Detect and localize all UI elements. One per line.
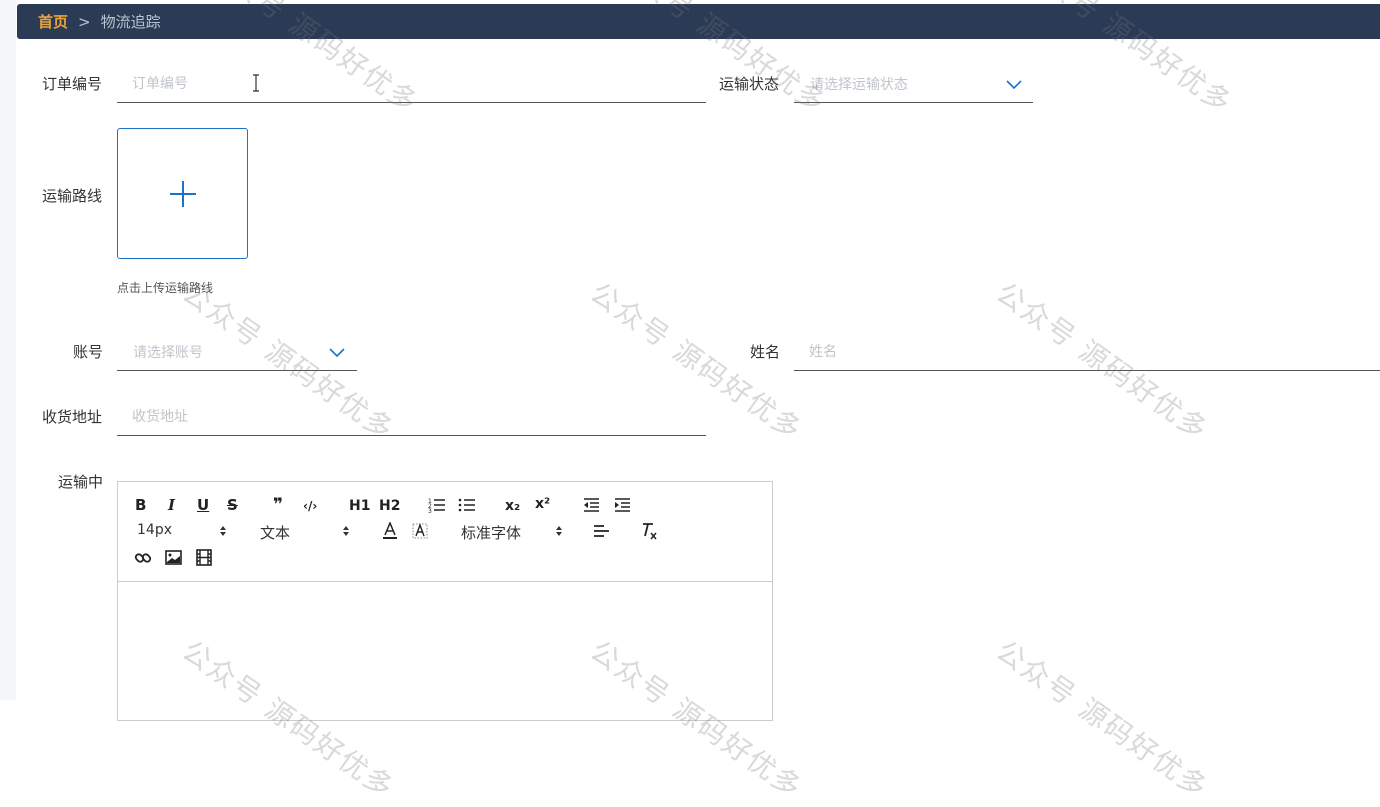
address-input[interactable] [132, 407, 692, 427]
image-icon[interactable] [165, 550, 182, 565]
name-field[interactable] [794, 333, 1380, 371]
breadcrumb-home-link[interactable]: 首页 [38, 11, 68, 32]
underline-button[interactable]: U [197, 496, 209, 514]
account-placeholder: 请选择账号 [133, 345, 203, 361]
select-arrows-icon [220, 526, 226, 536]
breadcrumb-current: 物流追踪 [100, 13, 161, 31]
align-icon[interactable] [593, 524, 610, 538]
address-label: 收货地址 [42, 408, 103, 426]
subscript-button[interactable]: x₂ [505, 497, 520, 515]
account-select[interactable]: 请选择账号 [117, 333, 357, 371]
italic-button[interactable]: I [168, 496, 175, 514]
editor-content-area[interactable] [118, 582, 772, 722]
breadcrumb-separator: > [78, 12, 91, 31]
in-transit-label: 运输中 [58, 473, 104, 491]
heading-1-button[interactable]: H1 [349, 497, 370, 515]
background-color-icon[interactable] [412, 522, 428, 540]
blockquote-button[interactable]: ❞ [273, 496, 283, 514]
header-select[interactable]: 文本 [260, 522, 290, 543]
font-family-select[interactable]: 标准字体 [461, 522, 521, 543]
plus-icon [170, 181, 196, 207]
video-icon[interactable] [196, 549, 212, 566]
outdent-icon[interactable] [583, 497, 600, 513]
name-label: 姓名 [750, 343, 781, 361]
font-color-icon[interactable] [382, 522, 398, 540]
svg-text:3: 3 [428, 508, 432, 513]
name-input[interactable] [809, 342, 1369, 362]
watermark: 公众号 源码好优多 [990, 634, 1215, 806]
bullet-list-icon[interactable] [458, 497, 476, 513]
transport-status-label: 运输状态 [719, 75, 780, 93]
heading-2-button[interactable]: H2 [379, 497, 400, 515]
select-arrows-icon [343, 526, 349, 536]
clear-format-icon[interactable] [640, 522, 658, 540]
order-number-field[interactable] [117, 65, 706, 103]
account-label: 账号 [73, 343, 104, 361]
route-label: 运输路线 [42, 187, 103, 205]
route-upload-button[interactable] [117, 128, 248, 259]
strikethrough-button[interactable]: S [227, 496, 238, 514]
order-number-label: 订单编号 [42, 75, 103, 93]
address-field[interactable] [117, 398, 706, 436]
transport-status-select[interactable]: 请选择运输状态 [794, 65, 1033, 103]
rich-text-editor: B I U S ❞ ‹/› H1 H2 1 2 3 x₂ x² 14px 文本 … [117, 481, 773, 721]
order-number-input[interactable] [132, 74, 692, 94]
bold-button[interactable]: B [135, 496, 146, 514]
text-cursor-icon [253, 74, 259, 92]
transport-status-placeholder: 请选择运输状态 [810, 77, 908, 93]
superscript-button[interactable]: x² [535, 495, 550, 513]
code-block-button[interactable]: ‹/› [303, 497, 317, 515]
link-icon[interactable] [134, 549, 152, 567]
select-arrows-icon [556, 526, 562, 536]
chevron-down-icon[interactable] [1005, 75, 1023, 93]
route-upload-tip: 点击上传运输路线 [117, 281, 214, 295]
left-gutter [0, 0, 16, 700]
font-size-select[interactable]: 14px [137, 522, 172, 538]
indent-icon[interactable] [614, 497, 631, 513]
breadcrumb: 首页 > 物流追踪 [17, 4, 1380, 39]
chevron-down-icon[interactable] [328, 343, 346, 361]
editor-toolbar: B I U S ❞ ‹/› H1 H2 1 2 3 x₂ x² 14px 文本 … [118, 482, 772, 582]
ordered-list-icon[interactable]: 1 2 3 [428, 497, 446, 513]
